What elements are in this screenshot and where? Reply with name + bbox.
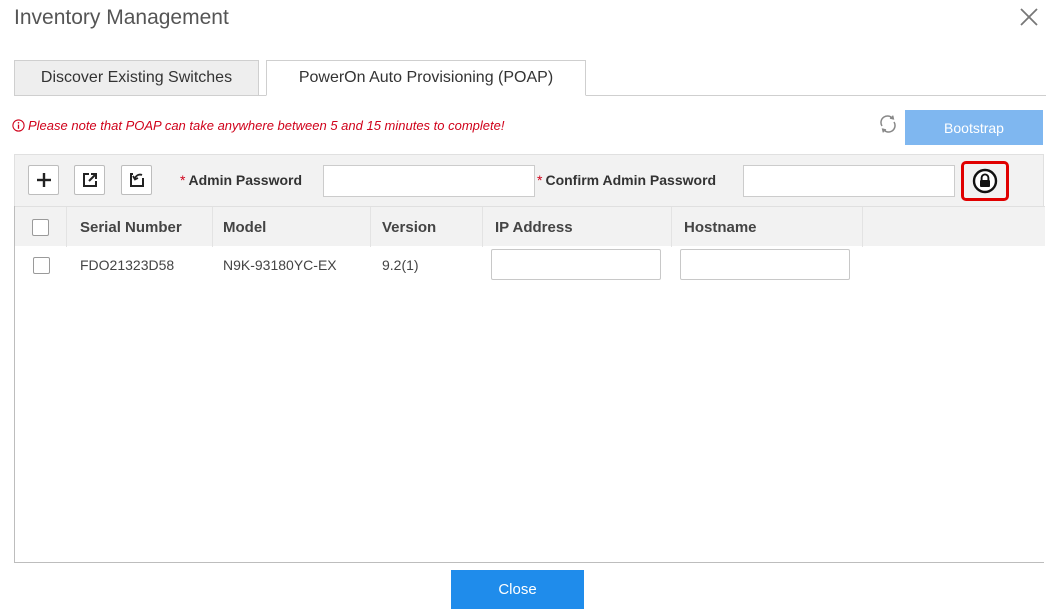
tab-poap[interactable]: PowerOn Auto Provisioning (POAP) [266,60,586,96]
column-model[interactable]: Model [213,207,371,247]
confirm-password-input[interactable] [743,165,955,197]
tab-label: Discover Existing Switches [40,69,233,86]
add-button[interactable] [28,165,59,195]
lock-icon [972,168,998,194]
dialog-title: Inventory Management [14,6,229,29]
admin-password-label: * Admin Password [180,172,302,188]
lock-button[interactable] [961,161,1009,201]
row-checkbox-cell [15,246,67,284]
tab-bar: Discover Existing Switches PowerOn Auto … [14,60,1046,96]
header-checkbox-cell [15,207,67,247]
refresh-icon[interactable] [877,113,899,135]
column-hostname[interactable]: Hostname [672,207,863,247]
admin-password-input[interactable] [323,165,535,197]
export-icon [82,173,97,187]
poap-notice: Please note that POAP can take anywhere … [12,118,504,133]
ip-address-input[interactable] [491,249,661,280]
column-version[interactable]: Version [371,207,483,247]
model-cell: N9K-93180YC-EX [223,257,337,273]
tab-discover-existing-switches[interactable]: Discover Existing Switches [14,60,259,96]
import-button[interactable] [121,165,152,195]
required-mark: * [180,172,186,188]
export-button[interactable] [74,165,105,195]
column-serial-number[interactable]: Serial Number [67,207,213,247]
tab-label: PowerOn Auto Provisioning (POAP) [298,69,554,86]
plus-icon [36,173,51,187]
required-mark: * [537,172,543,188]
table-header: Serial Number Model Version IP Address H… [15,206,1045,247]
bootstrap-button[interactable]: Bootstrap [905,110,1043,145]
row-checkbox[interactable] [32,256,50,274]
info-icon [12,119,25,132]
close-button[interactable]: Close [451,570,584,609]
confirm-password-label: * Confirm Admin Password [537,172,716,188]
hostname-input[interactable] [680,249,850,280]
confirm-password-label-text: Confirm Admin Password [545,172,717,188]
version-cell: 9.2(1) [382,257,419,273]
close-icon[interactable] [1016,4,1042,30]
poap-toolbar: * Admin Password * Confirm Admin Password [14,154,1044,206]
switch-table: Serial Number Model Version IP Address H… [14,206,1045,563]
serial-number-cell: FDO21323D58 [80,257,175,273]
notice-text: Please note that POAP can take anywhere … [28,118,505,133]
column-ip-address[interactable]: IP Address [483,207,672,247]
table-row: FDO21323D58 N9K-93180YC-EX 9.2(1) [15,246,1045,284]
import-icon [129,173,144,187]
admin-password-label-text: Admin Password [188,172,303,188]
select-all-checkbox[interactable] [32,218,49,236]
